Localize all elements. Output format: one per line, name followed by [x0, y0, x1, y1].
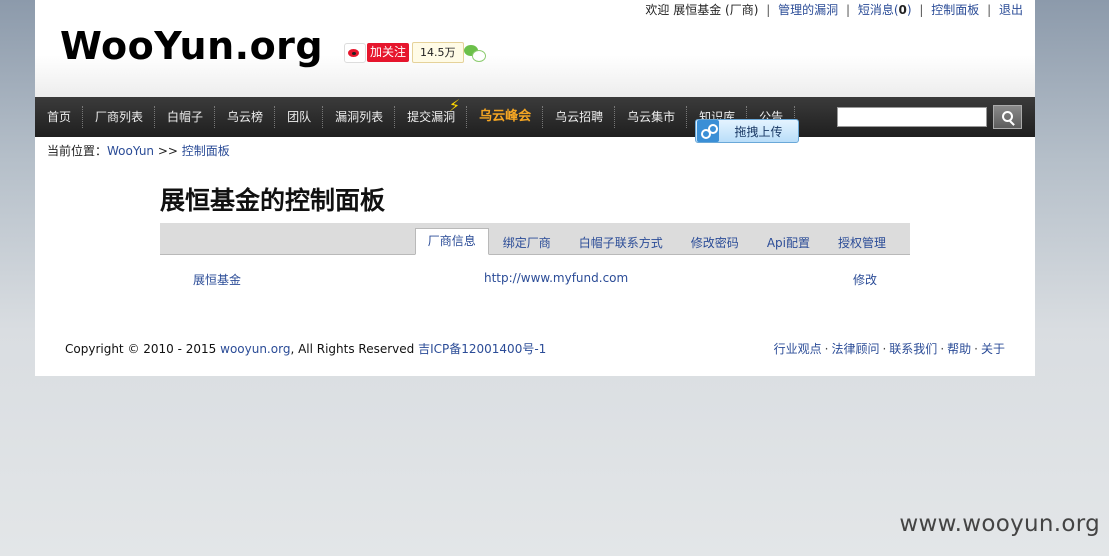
fans-count-badge: 14.5万 [412, 42, 464, 63]
footer-link-about[interactable]: 关于 [981, 342, 1005, 356]
page-title: 展恒基金的控制面板 [160, 186, 386, 215]
nav-ranking[interactable]: 乌云榜 [216, 97, 274, 137]
nav-whitehats[interactable]: 白帽子 [156, 97, 214, 137]
breadcrumb-home[interactable]: WooYun [107, 144, 154, 158]
footer-link-opinion[interactable]: 行业观点 [774, 342, 822, 356]
separator: | [919, 3, 924, 17]
footer-copyright: Copyright © 2010 - 2015 wooyun.org, All … [65, 340, 546, 357]
watermark: www.wooyun.org [899, 511, 1100, 537]
footer-dot: · [882, 342, 887, 356]
nav-submit-vuln[interactable]: 提交漏洞 ⚡ [396, 97, 466, 137]
messages-link[interactable]: 短消息(0) [858, 3, 912, 17]
tab-bar: 厂商信息 绑定厂商 白帽子联系方式 修改密码 Api配置 授权管理 [160, 223, 910, 255]
icp-link[interactable]: 吉ICP备12001400号-1 [418, 342, 546, 356]
user-link[interactable]: 展恒基金 (厂商) [673, 3, 758, 17]
messages-suffix: ) [906, 3, 912, 17]
nav-vendors[interactable]: 厂商列表 [84, 97, 154, 137]
footer-site-link[interactable]: wooyun.org [220, 342, 290, 356]
lightning-icon: ⚡ [448, 96, 461, 115]
nav-jobs[interactable]: 乌云招聘 [544, 97, 614, 137]
upload-label: 拖拽上传 [734, 124, 783, 139]
search-button[interactable] [993, 105, 1022, 129]
footer-dot: · [824, 342, 829, 356]
manage-vulns-link[interactable]: 管理的漏洞 [778, 3, 838, 17]
breadcrumb-prefix: 当前位置： [47, 144, 108, 158]
weibo-follow-label: 加关注 [367, 43, 410, 62]
tab-api-config[interactable]: Api配置 [753, 231, 824, 255]
cloud-upload-icon [697, 120, 719, 142]
page-container: 欢迎 展恒基金 (厂商) | 管理的漏洞 | 短消息(0) | 控制面板 | 退… [35, 0, 1035, 376]
logout-link[interactable]: 退出 [999, 3, 1023, 17]
rights-text: , All Rights Reserved [290, 342, 419, 356]
search-input[interactable] [837, 107, 987, 127]
edit-link[interactable]: 修改 [853, 271, 877, 288]
nav-vuln-list[interactable]: 漏洞列表 [324, 97, 394, 137]
tab-list: 厂商信息 绑定厂商 白帽子联系方式 修改密码 Api配置 授权管理 [414, 228, 900, 255]
top-user-links: 欢迎 展恒基金 (厂商) | 管理的漏洞 | 短消息(0) | 控制面板 | 退… [645, 1, 1023, 18]
vendor-name-link[interactable]: 展恒基金 [193, 271, 241, 288]
drag-upload-button[interactable]: 拖拽上传 [695, 119, 799, 143]
copyright-text: Copyright © 2010 - 2015 [65, 342, 221, 356]
footer-dot: · [974, 342, 978, 356]
messages-count: 0 [898, 3, 907, 17]
footer-link-help[interactable]: 帮助 [947, 342, 971, 356]
separator: | [987, 3, 992, 17]
breadcrumb-sep: >> [157, 144, 178, 158]
weibo-follow-button[interactable]: 加关注 [344, 42, 410, 63]
control-panel-link[interactable]: 控制面板 [931, 3, 979, 17]
messages-label: 短消息( [857, 3, 899, 17]
tab-bind-vendor[interactable]: 绑定厂商 [489, 231, 565, 255]
weibo-icon [344, 42, 366, 63]
breadcrumb-current[interactable]: 控制面板 [182, 144, 230, 158]
tab-vendor-info[interactable]: 厂商信息 [414, 228, 489, 255]
nav-teams[interactable]: 团队 [276, 97, 322, 137]
nav-summit[interactable]: 乌云峰会 [468, 97, 542, 137]
tab-whitehat-contact[interactable]: 白帽子联系方式 [565, 231, 677, 255]
footer-dot: · [940, 342, 945, 356]
footer-link-contact[interactable]: 联系我们 [889, 342, 937, 356]
main-nav: 首页 厂商列表 白帽子 乌云榜 团队 漏洞列表 提交漏洞 ⚡ 乌云峰会 乌云招聘 … [35, 97, 1035, 137]
separator: | [766, 3, 771, 17]
welcome-text: 欢迎 [645, 3, 670, 17]
nav-market[interactable]: 乌云集市 [616, 97, 686, 137]
tab-authorization[interactable]: 授权管理 [824, 231, 900, 255]
footer-links: 行业观点 · 法律顾问 · 联系我们 · 帮助 · 关于 [774, 340, 1005, 357]
site-header: 欢迎 展恒基金 (厂商) | 管理的漏洞 | 短消息(0) | 控制面板 | 退… [35, 0, 1035, 97]
breadcrumb: 当前位置：WooYun >> 控制面板 [47, 142, 230, 159]
footer-link-legal[interactable]: 法律顾问 [831, 342, 879, 356]
wechat-icon[interactable] [464, 43, 486, 63]
separator: | [845, 3, 850, 17]
nav-home[interactable]: 首页 [35, 97, 82, 137]
site-logo[interactable]: WooYun.org [60, 24, 323, 68]
vendor-url-link[interactable]: http://www.myfund.com [484, 271, 628, 285]
tab-change-password[interactable]: 修改密码 [677, 231, 753, 255]
